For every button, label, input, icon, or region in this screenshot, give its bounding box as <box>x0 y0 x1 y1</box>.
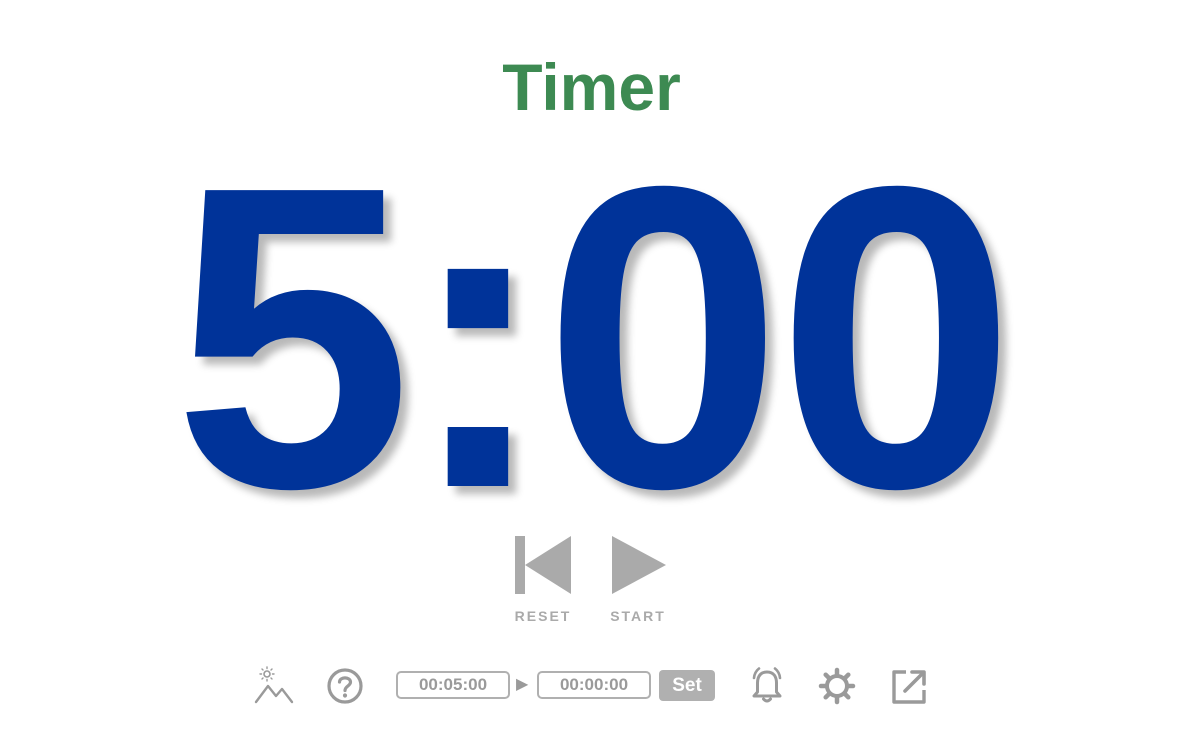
theme-button[interactable] <box>254 666 294 711</box>
start-label: START <box>610 608 666 624</box>
end-time-input[interactable] <box>537 671 651 699</box>
open-external-icon <box>892 670 926 704</box>
help-button[interactable] <box>326 667 364 710</box>
countdown-display: 5:00 <box>173 98 1016 578</box>
set-button[interactable]: Set <box>659 670 715 701</box>
start-button[interactable]: START <box>598 536 678 624</box>
settings-gear-icon <box>818 667 856 705</box>
settings-button[interactable] <box>818 667 856 710</box>
reset-label: RESET <box>514 608 572 624</box>
help-icon <box>327 668 363 704</box>
theme-icon <box>254 666 294 704</box>
open-external-button[interactable] <box>890 668 928 711</box>
play-icon <box>612 536 666 594</box>
arrow-separator: ▶ <box>516 676 529 693</box>
alarm-bell-icon <box>752 667 782 703</box>
skip-back-icon <box>515 536 571 594</box>
alarm-button[interactable] <box>747 665 787 710</box>
start-time-input[interactable] <box>396 671 510 699</box>
reset-button[interactable]: RESET <box>503 536 583 624</box>
